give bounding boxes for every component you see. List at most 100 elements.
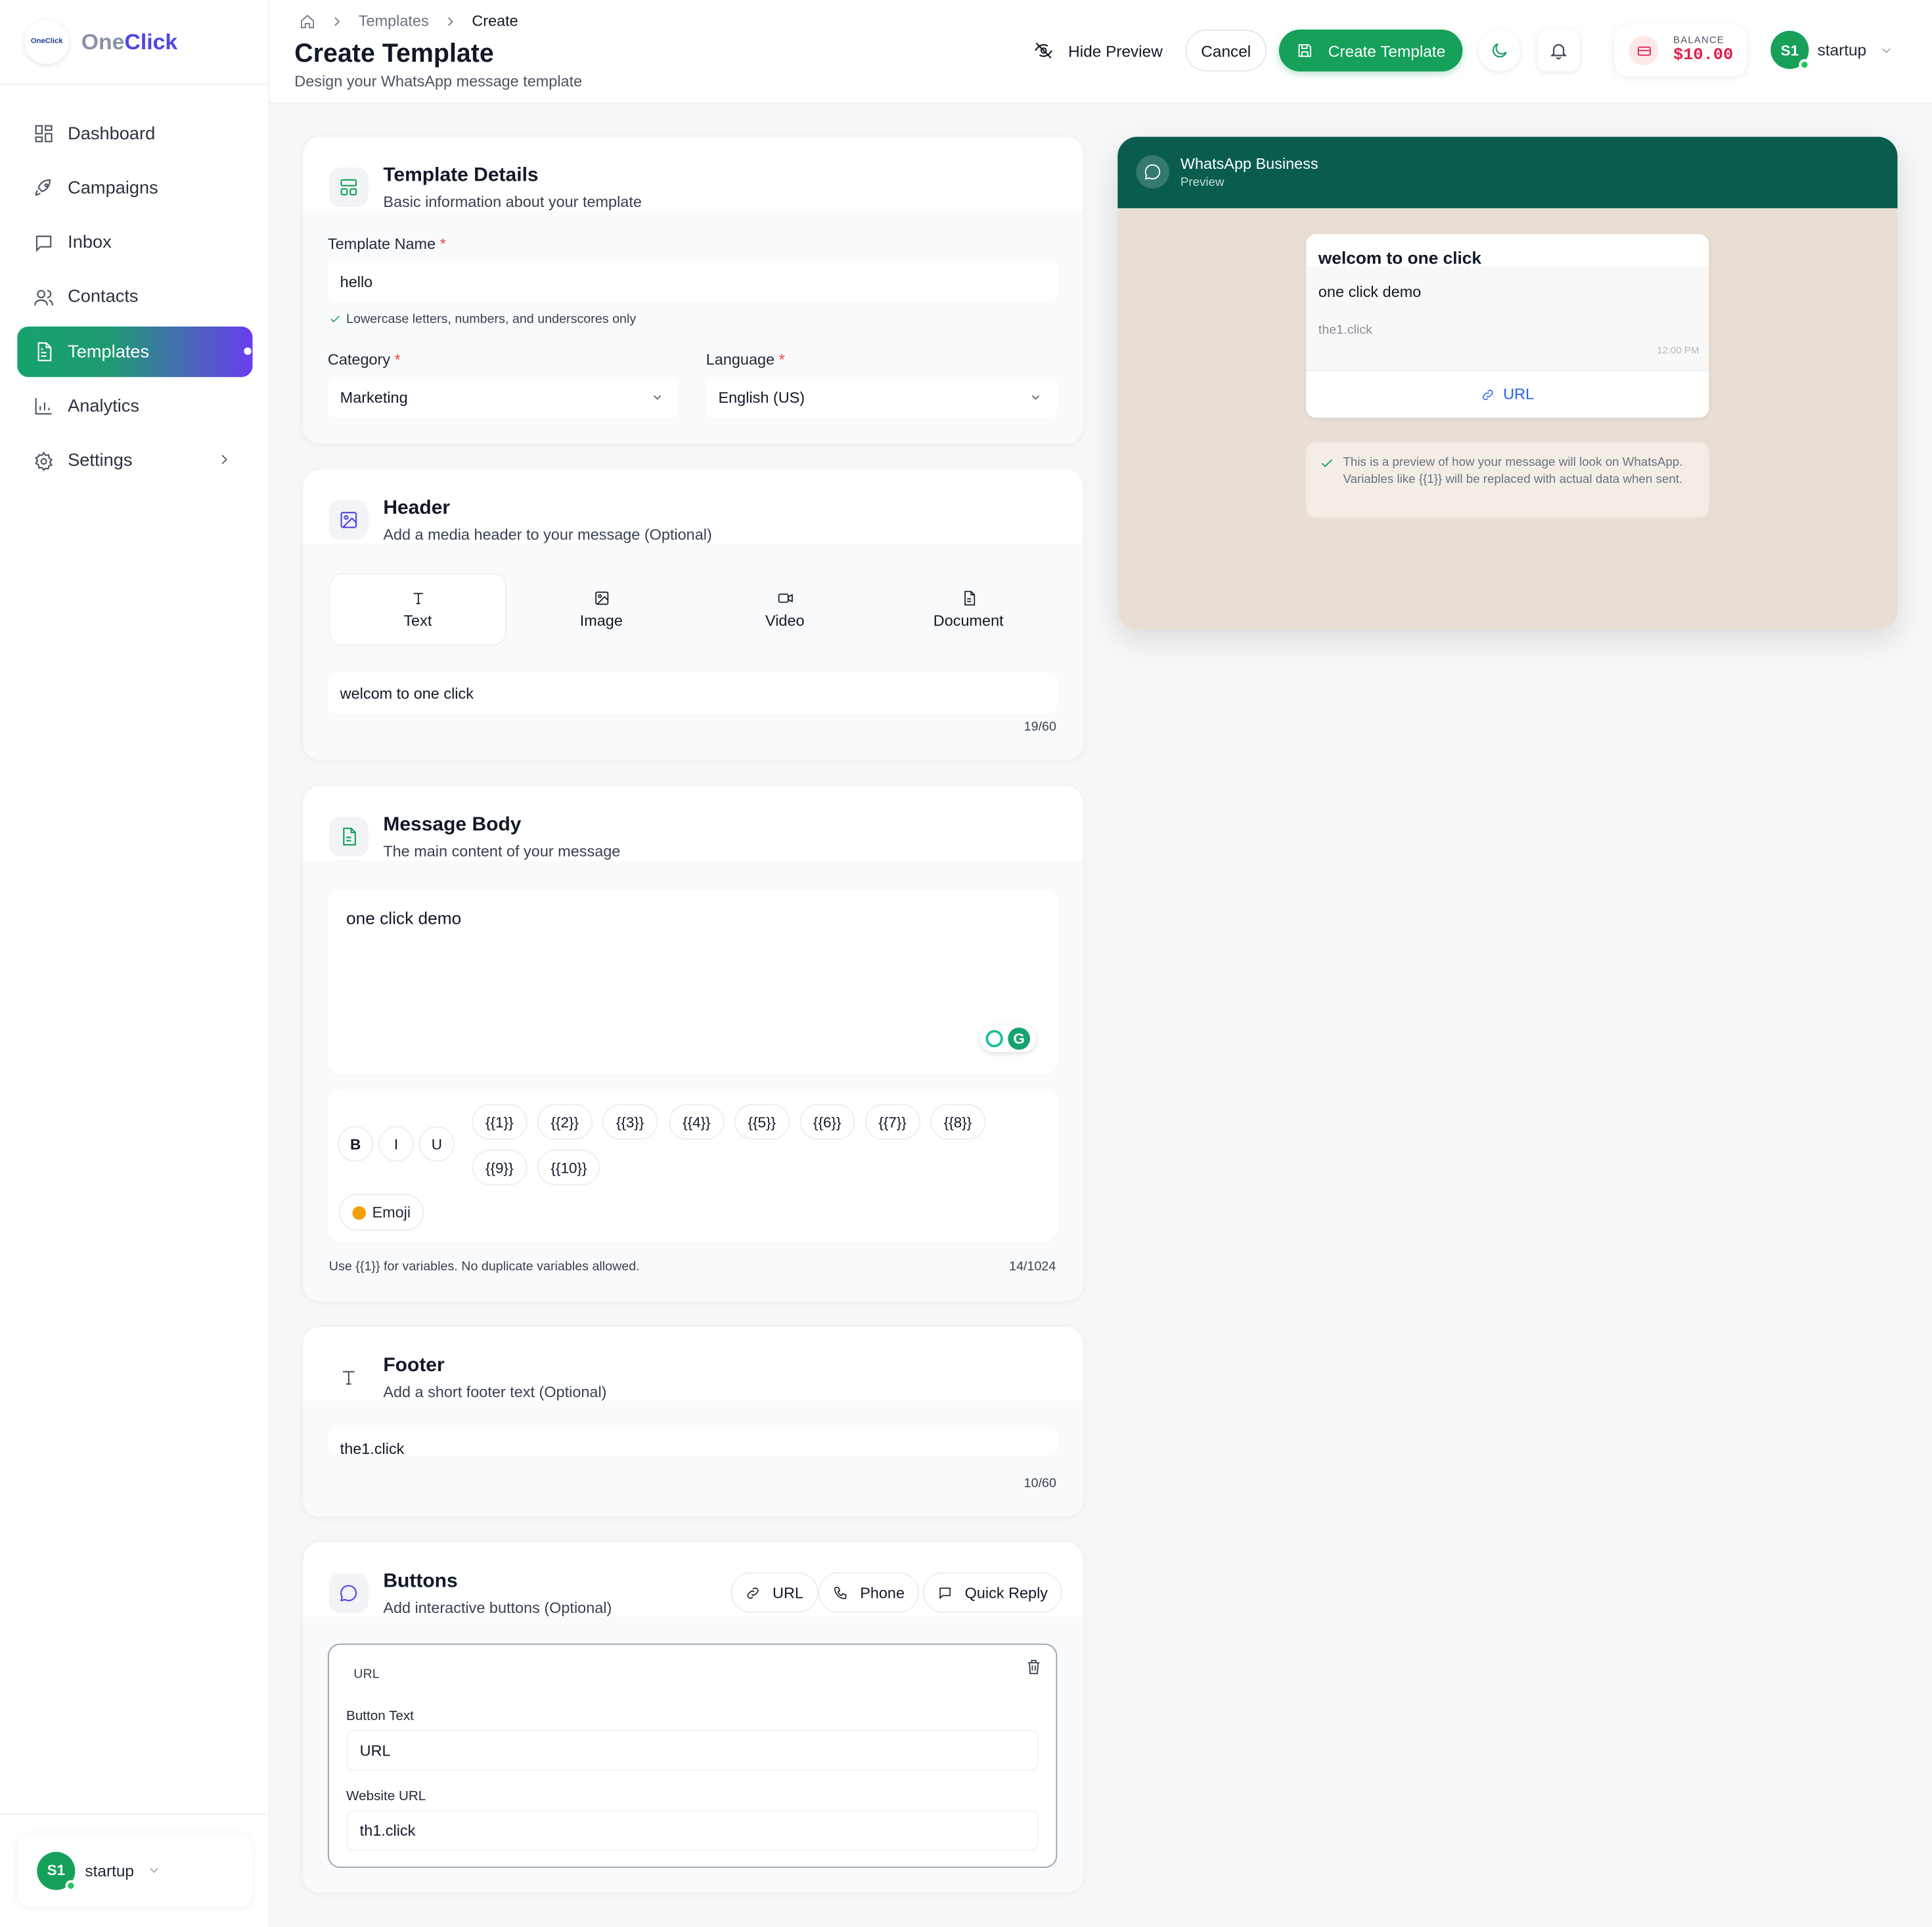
create-template-label: Create Template: [1328, 41, 1446, 60]
link-icon: [747, 1587, 759, 1598]
header-type-text[interactable]: Text: [330, 574, 506, 645]
language-select[interactable]: English (US): [706, 376, 1058, 418]
page-title: Create Template: [294, 39, 494, 68]
section-title: Footer: [383, 1355, 445, 1376]
template-name-input[interactable]: hello: [327, 261, 1058, 302]
website-url-input[interactable]: th1.click: [346, 1809, 1039, 1851]
website-url-label: Website URL: [346, 1788, 426, 1804]
italic-button[interactable]: I: [379, 1127, 413, 1161]
divider: [0, 1813, 270, 1815]
grammarly-widget[interactable]: G: [979, 1025, 1037, 1053]
bar-chart-icon: [35, 398, 52, 415]
inbox-icon: [35, 235, 52, 252]
section-icon-wrap: [328, 1573, 369, 1613]
sidebar-item-inbox[interactable]: Inbox: [17, 217, 252, 268]
chat-bubble-icon: [340, 1585, 357, 1602]
add-url-button[interactable]: URL: [732, 1573, 817, 1612]
add-phone-button[interactable]: Phone: [819, 1573, 918, 1612]
variable-button[interactable]: {{8}}: [931, 1105, 985, 1139]
variable-button[interactable]: {{4}}: [670, 1105, 723, 1139]
sidebar-user-menu[interactable]: S1 startup: [17, 1833, 253, 1907]
preview-message-time: 12:00 PM: [1657, 345, 1699, 356]
theme-toggle-button[interactable]: [1478, 30, 1521, 72]
sidebar-item-dashboard[interactable]: Dashboard: [17, 108, 252, 159]
brand[interactable]: OneClick OneClick: [24, 17, 177, 66]
grammarly-icon: G: [1008, 1028, 1031, 1050]
phone-icon: [834, 1586, 847, 1599]
header-type-image[interactable]: Image: [514, 574, 688, 645]
variable-button[interactable]: {{5}}: [735, 1105, 788, 1139]
variable-button[interactable]: {{1}}: [473, 1105, 526, 1139]
notifications-button[interactable]: [1537, 30, 1580, 72]
section-title: Buttons: [383, 1571, 458, 1592]
footer-char-count: 10/60: [1023, 1476, 1056, 1491]
message-body-textarea[interactable]: one click demo G: [327, 889, 1058, 1075]
topbar: Templates Create Create Template Design …: [269, 0, 1932, 104]
chevron-down-icon: [1881, 47, 1891, 53]
save-icon: [1298, 44, 1311, 57]
section-subtitle: Basic information about your template: [383, 193, 642, 211]
divider: [0, 83, 270, 85]
bold-button[interactable]: B: [338, 1127, 372, 1161]
hide-preview-label: Hide Preview: [1068, 41, 1163, 60]
sidebar-item-campaigns[interactable]: Campaigns: [17, 163, 252, 214]
variable-button[interactable]: {{7}}: [866, 1105, 919, 1139]
section-title: Template Details: [383, 165, 539, 187]
preview-url-button[interactable]: URL: [1306, 369, 1709, 418]
footer-text-input[interactable]: the1.click: [327, 1428, 1058, 1458]
home-icon[interactable]: [300, 13, 315, 29]
sidebar-item-templates[interactable]: Templates: [17, 327, 253, 378]
eye-off-icon: [1035, 42, 1053, 58]
bell-icon: [1550, 44, 1567, 60]
sidebar-item-settings[interactable]: Settings: [17, 436, 252, 486]
variable-button[interactable]: {{10}}: [538, 1150, 600, 1185]
add-quick-reply-button[interactable]: Quick Reply: [924, 1573, 1062, 1612]
template-name-hint: Lowercase letters, numbers, and undersco…: [329, 311, 636, 327]
preview-subtitle: Preview: [1180, 176, 1224, 190]
preview-note: This is a preview of how your message wi…: [1306, 442, 1709, 518]
variable-button[interactable]: {{9}}: [473, 1150, 526, 1185]
header-type-video[interactable]: Video: [698, 574, 872, 645]
sidebar-item-contacts[interactable]: Contacts: [17, 272, 252, 323]
dashboard-icon: [35, 125, 53, 143]
chevron-down-icon: [149, 1868, 158, 1873]
section-icon-wrap: [328, 500, 369, 540]
header-text-input[interactable]: welcom to one click: [327, 672, 1058, 714]
section-title: Header: [383, 497, 451, 519]
text-icon: [343, 1371, 355, 1385]
button-text-label: Button Text: [346, 1709, 414, 1724]
sidebar-item-analytics[interactable]: Analytics: [17, 381, 252, 432]
breadcrumb-templates[interactable]: Templates: [359, 12, 429, 30]
underline-button[interactable]: U: [420, 1127, 454, 1161]
variable-button[interactable]: {{6}}: [801, 1105, 854, 1139]
rocket-icon: [35, 179, 51, 196]
balance-value: $10.00: [1673, 47, 1734, 66]
hide-preview-button[interactable]: Hide Preview: [1034, 30, 1163, 72]
avatar: S1: [37, 1851, 77, 1891]
variable-button[interactable]: {{3}}: [604, 1105, 657, 1139]
chevron-right-icon: [221, 454, 227, 465]
online-indicator: [1799, 59, 1810, 70]
create-template-button[interactable]: Create Template: [1278, 30, 1463, 72]
category-select[interactable]: Marketing: [327, 376, 679, 418]
header-type-document[interactable]: Document: [881, 574, 1056, 645]
brand-logo: OneClick: [24, 20, 70, 64]
section-subtitle: Add a media header to your message (Opti…: [383, 526, 712, 544]
button-text-input[interactable]: URL: [346, 1729, 1039, 1771]
cancel-button[interactable]: Cancel: [1185, 30, 1267, 72]
whatsapp-preview: WhatsApp Business Preview welcom to one …: [1117, 137, 1898, 630]
user-menu[interactable]: S1 startup: [1770, 30, 1893, 70]
emoji-button[interactable]: Emoji: [340, 1195, 423, 1230]
message-toolbar: B I U {{1}} {{2}} {{3}} {{4}} {{5}} {{6}…: [327, 1089, 1058, 1242]
balance-widget[interactable]: BALANCE $10.00: [1614, 24, 1747, 77]
preview-message-header: welcom to one click: [1318, 247, 1482, 267]
section-icon-wrap: [328, 817, 369, 857]
section-title: Message Body: [383, 814, 522, 836]
sidebar-item-label: Dashboard: [68, 124, 156, 144]
language-label: Language *: [706, 351, 785, 369]
sidebar-item-label: Campaigns: [68, 178, 158, 198]
variable-button[interactable]: {{2}}: [538, 1105, 591, 1139]
trash-icon[interactable]: [1025, 1658, 1043, 1675]
link-icon: [1482, 389, 1493, 399]
section-icon-wrap: [328, 1357, 369, 1397]
